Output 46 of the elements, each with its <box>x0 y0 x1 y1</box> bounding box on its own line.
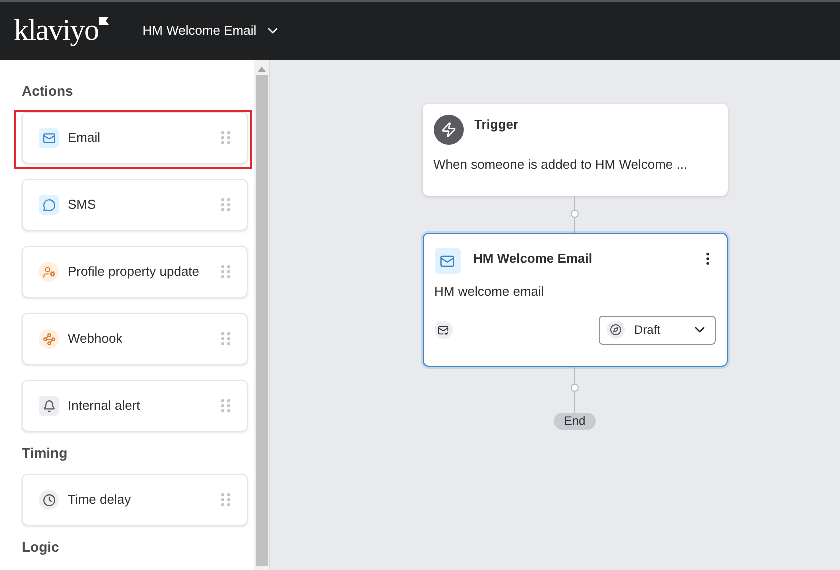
connector <box>570 367 580 413</box>
node-subtitle: HM welcome email <box>434 283 546 301</box>
profile-icon <box>39 262 59 282</box>
logo[interactable]: klaviyo <box>14 16 99 46</box>
end-marker: End <box>554 413 596 430</box>
drag-handle-icon[interactable] <box>221 265 231 279</box>
compass-icon <box>606 321 624 339</box>
section-heading: Logic <box>22 539 60 556</box>
mail-check-icon <box>434 321 452 339</box>
action-card[interactable]: Webhook <box>22 313 248 365</box>
flow-name-dropdown[interactable]: HM Welcome Email <box>142 21 281 41</box>
delay-icon <box>39 490 59 510</box>
trigger-description: When someone is added to HM Welcome ... <box>434 156 689 174</box>
section-heading: Actions <box>22 83 74 100</box>
status-dropdown[interactable]: Draft <box>598 316 716 344</box>
email-icon <box>39 128 59 148</box>
action-label: Profile property update <box>68 263 201 282</box>
email-icon <box>434 248 460 274</box>
webhook-icon <box>39 329 59 349</box>
trigger-card[interactable]: Trigger When someone is added to HM Welcome ... <box>422 104 728 196</box>
scrollbar[interactable] <box>254 60 269 570</box>
drag-handle-icon[interactable] <box>221 332 231 346</box>
scroll-up-icon[interactable] <box>258 66 266 72</box>
alert-icon <box>39 396 59 416</box>
drag-handle-icon[interactable] <box>221 493 231 507</box>
action-label: SMS <box>68 196 98 214</box>
action-label: Internal alert <box>68 397 142 416</box>
drag-handle-icon[interactable] <box>221 131 231 145</box>
flag-icon <box>98 17 109 25</box>
trigger-title: Trigger <box>474 116 519 134</box>
action-card[interactable]: Profile property update <box>22 246 248 298</box>
email-node-card[interactable]: HM Welcome Email HM welcome email Draft <box>422 233 728 367</box>
action-card[interactable]: Email <box>22 112 248 164</box>
action-card[interactable]: Internal alert <box>22 380 248 432</box>
connector <box>570 196 580 233</box>
sms-icon <box>39 195 59 215</box>
action-card[interactable]: Time delay <box>22 474 248 526</box>
drag-handle-icon[interactable] <box>221 399 231 413</box>
action-label: Email <box>68 129 102 148</box>
drag-handle-icon[interactable] <box>221 198 231 212</box>
lightning-icon <box>434 115 464 145</box>
action-label: Webhook <box>68 330 124 348</box>
section-heading: Timing <box>22 445 69 462</box>
action-label: Time delay <box>68 491 132 510</box>
action-card[interactable]: SMS <box>22 179 248 231</box>
node-title: HM Welcome Email <box>474 250 594 268</box>
